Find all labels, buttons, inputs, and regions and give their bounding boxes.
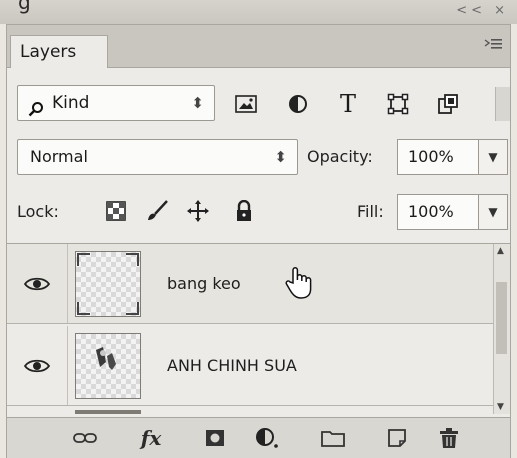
adjustment-layer-icon[interactable] (253, 425, 281, 451)
lock-all-icon[interactable] (231, 198, 257, 224)
filter-toggle-switch[interactable] (495, 87, 510, 121)
blend-mode-value: Normal (30, 147, 88, 166)
scroll-up-icon[interactable]: ▲ (497, 246, 504, 256)
layer-row-partial (7, 408, 493, 414)
layer-row[interactable]: ANH CHINH SUA (7, 326, 493, 406)
panel-collapse-close-controls[interactable]: << × (456, 3, 509, 18)
eye-icon (24, 277, 50, 290)
top-strip: g << × (0, 0, 517, 24)
lock-label: Lock: (17, 202, 59, 221)
eye-icon (24, 359, 50, 372)
visibility-toggle[interactable] (7, 244, 68, 323)
visibility-toggle[interactable] (7, 326, 68, 405)
lock-image-pixels-icon[interactable] (144, 198, 170, 224)
layers-list: bang keo ANH CHINH SUA ▲ ▼ (7, 243, 510, 414)
shape-filter-icon[interactable] (385, 91, 411, 117)
fill-input[interactable]: 100% (397, 194, 479, 230)
scroll-down-icon[interactable]: ▼ (497, 402, 504, 412)
filter-row: Kind ⬍ T (7, 81, 510, 127)
filter-kind-label: Kind (52, 93, 90, 113)
layer-name[interactable]: bang keo (167, 244, 241, 324)
layers-scrollbar[interactable]: ▲ ▼ (493, 244, 510, 414)
layer-thumbnail (75, 410, 141, 414)
layers-bottom-toolbar: fx (7, 417, 510, 458)
lock-transparent-pixels-icon[interactable] (103, 198, 129, 224)
tab-layers[interactable]: Layers (10, 35, 108, 68)
layer-thumbnail (75, 251, 141, 317)
updown-caret-icon: ⬍ (274, 148, 287, 166)
delete-layer-icon[interactable] (435, 425, 463, 451)
lock-row: Lock: Fill: 100% ▼ (7, 190, 510, 236)
layer-mask-icon[interactable] (201, 425, 229, 451)
panel-tab-bar: Layers (7, 25, 510, 68)
fill-dropdown-button[interactable]: ▼ (478, 194, 508, 230)
layer-style-icon[interactable]: fx (137, 425, 165, 451)
top-text-fragment: g (18, 0, 31, 14)
hand-cursor-icon (284, 266, 314, 304)
fill-label: Fill: (357, 202, 384, 221)
layer-thumbnail (75, 333, 141, 399)
layer-name[interactable]: ANH CHINH SUA (167, 326, 297, 406)
fx-label: fx (140, 426, 162, 450)
filter-kind-select[interactable]: Kind ⬍ (17, 85, 215, 121)
panel-menu-icon[interactable] (482, 37, 504, 53)
updown-caret-icon: ⬍ (191, 94, 204, 112)
image-filter-icon[interactable] (233, 91, 259, 117)
search-icon (28, 95, 44, 129)
link-layers-icon[interactable] (71, 425, 99, 451)
adjustment-filter-icon[interactable] (285, 91, 311, 117)
lock-position-icon[interactable] (185, 198, 211, 224)
smart-object-filter-icon[interactable] (435, 91, 461, 117)
new-group-icon[interactable] (319, 425, 347, 451)
layers-panel: Layers Kind ⬍ T Normal ⬍ Opacity: 100% ▼… (6, 24, 511, 458)
scrollbar-thumb[interactable] (496, 282, 507, 354)
opacity-label: Opacity: (307, 147, 373, 166)
blend-row: Normal ⬍ Opacity: 100% ▼ (7, 135, 510, 181)
layer-row[interactable]: bang keo (7, 244, 493, 324)
blend-mode-select[interactable]: Normal ⬍ (17, 139, 298, 175)
new-layer-icon[interactable] (383, 425, 411, 451)
opacity-input[interactable]: 100% (397, 139, 479, 175)
opacity-dropdown-button[interactable]: ▼ (478, 139, 508, 175)
type-filter-icon[interactable]: T (335, 90, 361, 118)
